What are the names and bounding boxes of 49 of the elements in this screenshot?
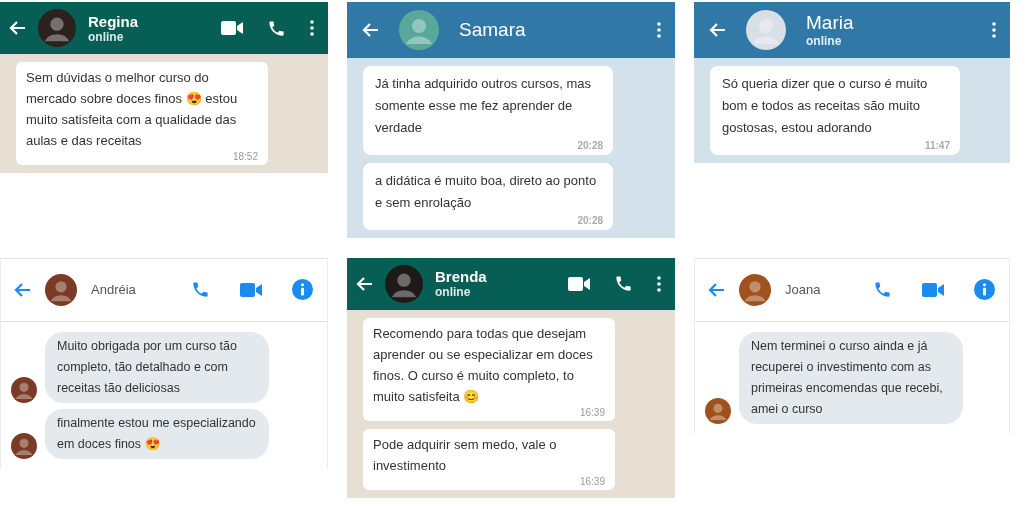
message-time: 16:39 [579, 475, 605, 488]
message-time: 20:28 [577, 139, 603, 153]
video-camera-icon[interactable] [568, 276, 590, 291]
avatar [705, 397, 731, 424]
avatar [45, 273, 77, 306]
message-text: Já tinha adquirido outros cursos, mas somente esse me fez aprender de verdade [375, 75, 593, 137]
avatar [11, 376, 37, 403]
video-camera-icon[interactable] [922, 282, 944, 297]
contact-name: Brenda [435, 268, 488, 285]
message-bubble: Muito obrigada por um curso tão completo, tão detalhado e com receitas tão deliciosas [45, 331, 269, 403]
phone-icon[interactable] [873, 280, 892, 299]
message-text: Só queria dizer que o curso é muito bom e todos as receitas são muito gostosas, estou adorando [722, 75, 929, 137]
contact-name: Maria [806, 12, 855, 34]
contact-name: Andréia [91, 282, 137, 297]
back-arrow-icon[interactable] [13, 281, 31, 298]
message-time: 20:28 [577, 214, 603, 228]
contact-status: online [435, 285, 472, 299]
message-bubble: Nem terminei o curso ainda e já recuperei o investimento com as primeiras encomendas que recebi, amei o curso [739, 331, 963, 424]
phone-icon[interactable] [614, 274, 633, 293]
back-arrow-icon[interactable] [707, 281, 725, 298]
avatar [739, 273, 771, 306]
message-text: Recomendo para todas que desejam aprender ou se especializar em doces finos. O curso é muito completo, to muito satisfeita 😊 [373, 324, 594, 406]
contact-status: online [806, 34, 843, 48]
message-text: a didática é muito boa, direto ao ponto e sem enrolação [375, 172, 598, 212]
info-icon[interactable] [292, 279, 313, 300]
contact-name: Joana [785, 282, 822, 297]
contact-status: online [88, 29, 124, 44]
avatar [11, 432, 37, 459]
more-options-icon[interactable] [992, 22, 996, 38]
message-text: Pode adquirir sem medo, vale o investimento [373, 435, 558, 475]
contact-name: Regina [88, 12, 139, 30]
phone-icon[interactable] [191, 280, 210, 299]
more-options-icon[interactable] [657, 22, 661, 38]
contact-name: Samara [459, 19, 527, 41]
info-icon[interactable] [974, 279, 995, 300]
message-text: Sem dúvidas o melhor curso do mercado sobre doces finos 😍 estou muito satisfeita com a qualidade das aulas e das receitas [26, 69, 239, 150]
avatar [38, 9, 76, 47]
video-camera-icon[interactable] [221, 21, 243, 35]
video-camera-icon[interactable] [240, 282, 262, 297]
more-options-icon[interactable] [310, 20, 314, 36]
message-time: 16:39 [579, 406, 605, 419]
phone-icon[interactable] [267, 18, 286, 38]
message-bubble: finalmente estou me especializando em doces finos 😍 [45, 408, 269, 459]
avatar [399, 10, 439, 50]
more-options-icon[interactable] [657, 275, 661, 292]
message-time: 11:47 [924, 139, 950, 153]
message-time: 18:52 [232, 151, 258, 163]
avatar [385, 264, 423, 303]
avatar [746, 10, 786, 50]
